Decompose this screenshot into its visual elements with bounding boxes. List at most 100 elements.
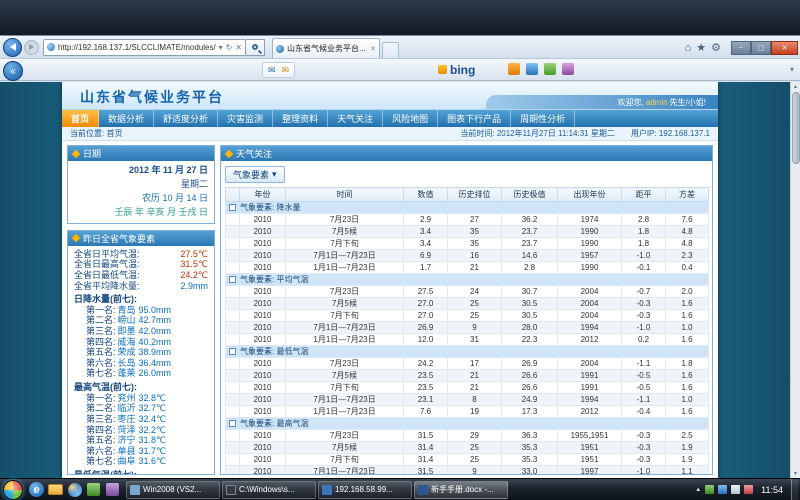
sidebar-gadget-icon[interactable]: « xyxy=(3,61,23,81)
table-row[interactable]: 20107月23日27.52430.72004-0.72.0 xyxy=(226,286,709,298)
tray-icon-2[interactable] xyxy=(718,485,727,494)
start-button[interactable] xyxy=(3,480,23,500)
autocomplete-dropdown-icon[interactable]: ▾ xyxy=(219,43,223,52)
nav-item-7[interactable]: 风险地图 xyxy=(383,110,438,127)
taskbar-window-button-4[interactable]: 新手手册.docx -... xyxy=(414,481,508,499)
show-desktop-button[interactable] xyxy=(791,479,798,500)
table-row[interactable]: 20107月5候23.52126.61991-0.51.6 xyxy=(226,370,709,382)
station-link[interactable]: 兖州 xyxy=(118,393,136,403)
table-row[interactable]: 20107月下旬31.42535.31951-0.31.9 xyxy=(226,454,709,466)
station-link[interactable]: 青岛 xyxy=(118,305,136,315)
station-link[interactable]: 崂山 xyxy=(118,315,136,325)
section-checkbox-icon[interactable] xyxy=(229,276,236,283)
tray-icon-1[interactable] xyxy=(705,485,714,494)
tray-icon-3[interactable] xyxy=(731,485,740,494)
mail-icon[interactable]: ✉ xyxy=(268,65,276,76)
address-bar[interactable]: http://192.168.137.1/SLCCLIMATE/modules/… xyxy=(43,39,246,56)
table-row[interactable]: 20107月5候27.02530.52004-0.31.6 xyxy=(226,298,709,310)
toolbar-app-icon-3[interactable] xyxy=(544,63,556,75)
tab-close-icon[interactable]: ✕ xyxy=(370,45,376,53)
browser-tab[interactable]: 山东省气候业务平台... ✕ xyxy=(272,38,380,58)
station-link[interactable]: 即墨 xyxy=(118,326,136,336)
nav-item-3[interactable]: 舒适度分析 xyxy=(154,110,218,127)
scrollbar-thumb[interactable] xyxy=(792,92,800,164)
home-icon[interactable]: ⌂ xyxy=(685,42,692,54)
toolbar-app-icon-2[interactable] xyxy=(526,63,538,75)
nav-item-5[interactable]: 整理资料 xyxy=(273,110,328,127)
station-link[interactable]: 荣成 xyxy=(118,347,136,357)
element-filter-button[interactable]: 气象要素 ▾ xyxy=(225,166,285,183)
table-row[interactable]: 20101月1日—7月23日7.61917.32012-0.41.6 xyxy=(226,406,709,418)
station-link[interactable]: 枣庄 xyxy=(118,414,136,424)
cell: 2010 xyxy=(240,382,286,394)
hidden-icons-arrow[interactable]: ▲ xyxy=(695,487,701,493)
table-section-row[interactable]: 气象要素: 最高气温 xyxy=(226,418,709,430)
section-checkbox-icon[interactable] xyxy=(229,348,236,355)
toolbar-app-icon-1[interactable] xyxy=(508,63,520,75)
station-link[interactable]: 长岛 xyxy=(118,358,136,368)
table-row[interactable]: 20107月1日—7月23日6.91614.61957-1.02.3 xyxy=(226,250,709,262)
taskbar-window-button-3[interactable]: 192.168.58.99... xyxy=(318,481,412,499)
nav-item-4[interactable]: 灾害监测 xyxy=(218,110,273,127)
table-row[interactable]: 20101月1日—7月23日1.7212.81990-0.10.4 xyxy=(226,262,709,274)
cell: 2004 xyxy=(558,358,622,370)
table-row[interactable]: 20107月1日—7月23日26.9928.01994-1.01.0 xyxy=(226,322,709,334)
station-link[interactable]: 单县 xyxy=(118,446,136,456)
table-row[interactable]: 20107月1日—7月23日31.5933.01997-1.01.1 xyxy=(226,466,709,475)
weather-panel-title: 昨日全省气象要素 xyxy=(83,232,155,245)
cell: 1974 xyxy=(558,214,622,226)
browser-scrollbar[interactable]: ▲ ▼ xyxy=(790,82,800,479)
table-row[interactable]: 20107月下旬23.52126.61991-0.51.6 xyxy=(226,382,709,394)
table-row[interactable]: 20107月1日—7月23日23.1824.91994-1.11.0 xyxy=(226,394,709,406)
back-button[interactable] xyxy=(3,38,22,57)
taskbar-folder-icon[interactable] xyxy=(48,482,63,497)
table-row[interactable]: 20107月23日31.52936.31955,1951-0.32.5 xyxy=(226,430,709,442)
nav-item-2[interactable]: 数据分析 xyxy=(99,110,154,127)
section-checkbox-icon[interactable] xyxy=(229,204,236,211)
nav-item-8[interactable]: 图表下行产品 xyxy=(438,110,511,127)
favorites-star-icon[interactable]: ★ xyxy=(696,41,706,54)
taskbar-ie-icon[interactable]: e xyxy=(29,482,44,497)
refresh-icon[interactable]: ↻ xyxy=(226,43,233,52)
scrollbar-up-icon[interactable]: ▲ xyxy=(791,82,800,92)
taskbar-window-button-1[interactable]: Win2008 (VS2... xyxy=(126,481,220,499)
taskbar-app-icon-5[interactable] xyxy=(105,482,120,497)
table-row[interactable]: 20107月下旬27.02530.52004-0.31.6 xyxy=(226,310,709,322)
table-row[interactable]: 20107月5候3.43523.719901.84.8 xyxy=(226,226,709,238)
table-section-row[interactable]: 气象要素: 降水量 xyxy=(226,202,709,214)
station-link[interactable]: 威海 xyxy=(118,337,136,347)
table-row[interactable]: 20107月下旬3.43523.719901.84.8 xyxy=(226,238,709,250)
close-button[interactable]: ✕ xyxy=(771,41,798,55)
nav-item-6[interactable]: 天气关注 xyxy=(328,110,383,127)
table-section-row[interactable]: 气象要素: 最低气温 xyxy=(226,346,709,358)
station-link[interactable]: 临沂 xyxy=(118,403,136,413)
table-section-row[interactable]: 气象要素: 平均气温 xyxy=(226,274,709,286)
taskbar-window-button-2[interactable]: C:\Windows\s... xyxy=(222,481,316,499)
table-row[interactable]: 20107月23日2.92736.219742.87.6 xyxy=(226,214,709,226)
nav-item-9[interactable]: 周期性分析 xyxy=(511,110,575,127)
tools-gear-icon[interactable]: ⚙ xyxy=(711,41,721,54)
toolbar-overflow-chevron-icon[interactable]: ▾ xyxy=(790,65,794,74)
station-link[interactable]: 曲阜 xyxy=(118,456,136,466)
taskbar-clock[interactable]: 11:54 xyxy=(761,485,783,495)
bing-logo[interactable]: bing xyxy=(438,63,475,77)
search-icon[interactable] xyxy=(246,39,265,56)
minimize-button[interactable]: – xyxy=(731,41,751,55)
stop-icon[interactable]: ✕ xyxy=(235,43,242,52)
table-row[interactable]: 20107月23日24.21726.92004-1.11.8 xyxy=(226,358,709,370)
nav-item-1[interactable]: 首页 xyxy=(62,110,99,127)
mail-alt-icon[interactable]: ✉ xyxy=(282,65,290,76)
tray-icon-4[interactable] xyxy=(744,485,753,494)
new-tab-button[interactable] xyxy=(382,42,399,58)
table-row[interactable]: 20101月1日—7月23日12.03122.320120.21.6 xyxy=(226,334,709,346)
section-checkbox-icon[interactable] xyxy=(229,420,236,427)
station-link[interactable]: 蓬莱 xyxy=(118,368,136,378)
maximize-button[interactable]: ▢ xyxy=(751,41,771,55)
station-link[interactable]: 菏泽 xyxy=(118,425,136,435)
forward-button[interactable] xyxy=(24,40,39,55)
taskbar-media-player-icon[interactable] xyxy=(67,482,82,497)
taskbar-app-icon-4[interactable] xyxy=(86,482,101,497)
table-row[interactable]: 20107月5候31.42535.31951-0.31.9 xyxy=(226,442,709,454)
station-link[interactable]: 济宁 xyxy=(118,435,136,445)
toolbar-app-icon-4[interactable] xyxy=(562,63,574,75)
